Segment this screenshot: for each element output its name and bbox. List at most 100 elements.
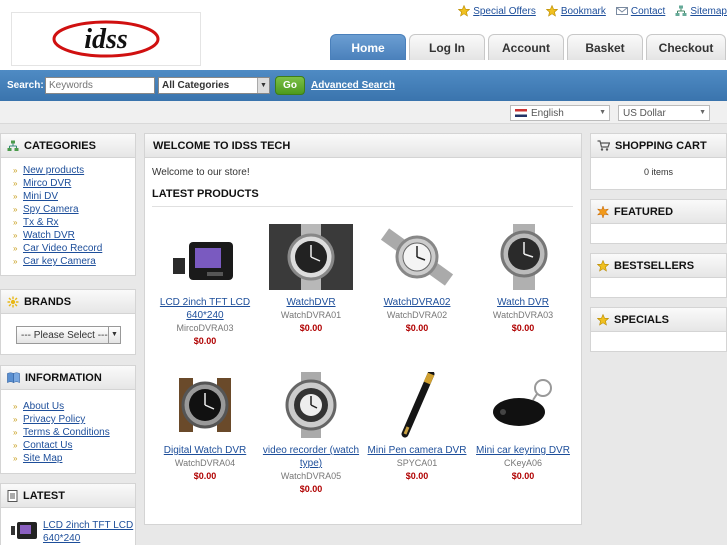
product-image-watch[interactable] — [269, 224, 353, 290]
product-name[interactable]: WatchDVR — [261, 296, 361, 309]
product-image-watch[interactable] — [269, 372, 353, 438]
product-name[interactable]: Mini car keyring DVR — [473, 444, 573, 457]
tab-account[interactable]: Account — [488, 34, 564, 60]
category-item: » Watch DVR — [13, 229, 135, 242]
tab-basket[interactable]: Basket — [567, 34, 643, 60]
info-link[interactable]: Privacy Policy — [23, 414, 85, 425]
product-price: $0.00 — [193, 471, 217, 481]
language-select[interactable]: English ▼ — [510, 105, 610, 121]
search-input[interactable] — [45, 77, 155, 94]
contact-link[interactable]: Contact — [615, 5, 666, 17]
brand-select-value: --- Please Select --- — [21, 330, 108, 341]
category-item: » Tx & Rx — [13, 216, 135, 229]
info-item: » Terms & Conditions — [13, 426, 135, 439]
bookmark-link[interactable]: Bookmark — [545, 5, 606, 17]
tab-checkout[interactable]: Checkout — [646, 34, 726, 60]
main-content: WELCOME TO IDSS TECH Welcome to our stor… — [144, 133, 582, 525]
brand-select[interactable]: --- Please Select --- ▼ — [16, 326, 121, 344]
currency-select[interactable]: US Dollar ▼ — [618, 105, 710, 121]
category-link[interactable]: Car key Camera — [23, 256, 96, 267]
brands-header: BRANDS — [1, 290, 135, 314]
specials-title: SPECIALS — [614, 313, 670, 326]
logo-graphic: idss — [52, 20, 160, 58]
product-image-pen[interactable] — [375, 372, 459, 438]
product-name[interactable]: Digital Watch DVR — [155, 444, 255, 457]
product-image-watch[interactable] — [481, 224, 565, 290]
main-title: WELCOME TO IDSS TECH — [153, 139, 291, 152]
star-icon — [597, 259, 609, 272]
cart-icon — [597, 140, 610, 151]
advanced-search-link[interactable]: Advanced Search — [311, 80, 395, 91]
product-price: $0.00 — [193, 336, 217, 346]
sitemap-link[interactable]: Sitemap — [675, 5, 727, 17]
search-label: Search: — [7, 80, 44, 91]
product-name[interactable]: LCD 2inch TFT LCD 640*240 — [155, 296, 255, 322]
tab-home[interactable]: Home — [330, 34, 406, 60]
cart-title: SHOPPING CART — [615, 139, 707, 152]
category-select[interactable]: All Categories ▼ — [158, 77, 270, 94]
chevron-down-icon: ▼ — [257, 78, 269, 93]
svg-text:idss: idss — [84, 24, 128, 55]
contact-label: Contact — [630, 5, 666, 17]
main-header: WELCOME TO IDSS TECH — [145, 134, 581, 158]
latest-item-name-line2: 640*240 — [43, 533, 81, 544]
star-icon — [597, 313, 609, 326]
category-link[interactable]: Watch DVR — [23, 230, 75, 241]
bullet-icon: » — [13, 166, 18, 175]
book-icon — [7, 372, 20, 383]
document-icon — [7, 489, 18, 502]
product-model: WatchDVRA02 — [386, 310, 448, 320]
categories-list: » New products » Mirco DVR » Mini DV » Spy C… — [1, 158, 135, 268]
category-link[interactable]: Car Video Record — [23, 243, 102, 254]
category-link[interactable]: Tx & Rx — [23, 217, 59, 228]
latest-item-link[interactable]: LCD 2inch TFT LCD 640*240 — [43, 519, 133, 545]
product-price: $0.00 — [405, 323, 429, 333]
product-image-watch[interactable] — [375, 224, 459, 290]
featured-header: FEATURED — [591, 200, 726, 224]
category-link[interactable]: Mini DV — [23, 191, 58, 202]
category-link[interactable]: New products — [23, 165, 84, 176]
bullet-icon: » — [13, 179, 18, 188]
locale-row: English ▼ US Dollar ▼ — [0, 101, 727, 124]
information-title: INFORMATION — [25, 371, 102, 384]
info-item: » Privacy Policy — [13, 413, 135, 426]
info-link[interactable]: Terms & Conditions — [23, 427, 110, 438]
brands-icon — [7, 296, 19, 307]
latest-title: LATEST — [23, 489, 65, 502]
info-link[interactable]: About Us — [23, 401, 64, 412]
bullet-icon: » — [13, 192, 18, 201]
category-link[interactable]: Mirco DVR — [23, 178, 71, 189]
specials-header: SPECIALS — [591, 308, 726, 332]
product-name[interactable]: video recorder (watch type) — [261, 444, 361, 470]
info-link[interactable]: Contact Us — [23, 440, 72, 451]
chevron-down-icon: ▼ — [108, 327, 120, 343]
go-button[interactable]: Go — [275, 76, 305, 95]
currency-value: US Dollar — [623, 107, 666, 119]
product-model: SPYCA01 — [396, 458, 438, 468]
info-link[interactable]: Site Map — [23, 453, 62, 464]
latest-item-thumbnail[interactable] — [9, 520, 39, 542]
special-offers-link[interactable]: Special Offers — [458, 5, 536, 17]
product-image-lcd[interactable] — [163, 224, 247, 290]
category-link[interactable]: Spy Camera — [23, 204, 79, 215]
uk-flag-icon — [515, 109, 527, 117]
product-model: WatchDVRA04 — [174, 458, 236, 468]
product-name[interactable]: WatchDVRA02 — [367, 296, 467, 309]
latest-box: LATEST LCD 2inch TFT LCD 640*240 — [0, 483, 136, 545]
tab-log-in[interactable]: Log In — [409, 34, 485, 60]
product-card: LCD 2inch TFT LCD 640*240 MircoDVRA03 $0… — [155, 224, 255, 348]
product-name[interactable]: Mini Pen camera DVR — [367, 444, 467, 457]
information-box: INFORMATION » About Us » Privacy Policy » T… — [0, 365, 136, 474]
featured-box: FEATURED — [590, 199, 727, 244]
product-model: WatchDVRA03 — [492, 310, 554, 320]
product-price: $0.00 — [299, 484, 323, 494]
category-item: » Spy Camera — [13, 203, 135, 216]
category-item: » Car Video Record — [13, 242, 135, 255]
product-image-car-key[interactable] — [481, 372, 565, 438]
category-item: » Car key Camera — [13, 255, 135, 268]
product-name[interactable]: Watch DVR — [473, 296, 573, 309]
main-nav-tabs: Home Log In Account Basket Checkout — [330, 34, 726, 60]
latest-header: LATEST — [1, 484, 135, 508]
product-image-watch[interactable] — [163, 372, 247, 438]
site-logo[interactable]: idss — [11, 12, 201, 66]
